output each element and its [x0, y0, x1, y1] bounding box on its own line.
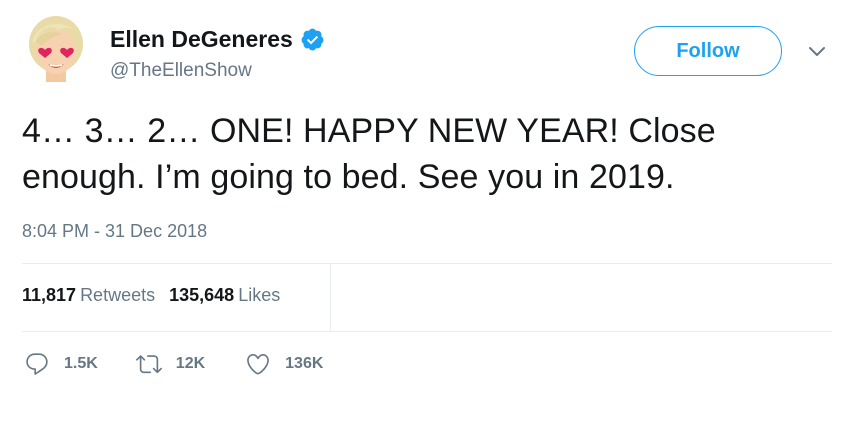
stats-vertical-divider [330, 264, 331, 331]
tweet-actions: 1.5K 12K 136K [24, 351, 323, 377]
tweet-timestamp[interactable]: 8:04 PM - 31 Dec 2018 [22, 221, 207, 242]
like-count: 136K [285, 355, 324, 372]
retweets-stat[interactable]: 11,817 Retweets [22, 285, 155, 306]
verified-badge-icon [300, 27, 325, 52]
tweet-text: 4… 3… 2… ONE! HAPPY NEW YEAR! Close enou… [22, 112, 716, 196]
retweets-count: 11,817 [22, 285, 77, 305]
follow-button[interactable]: Follow [634, 26, 782, 76]
likes-label: Likes [238, 285, 281, 305]
tweet-stats: 11,817 Retweets 135,648 Likes [22, 285, 280, 306]
retweets-label: Retweets [80, 285, 156, 305]
retweet-button[interactable]: 12K [135, 351, 206, 377]
user-name-text: Ellen DeGeneres [110, 26, 293, 52]
tweet-card: Ellen DeGeneres @TheEllenShow Follow 4… … [0, 0, 860, 425]
user-name[interactable]: Ellen DeGeneres [110, 26, 325, 53]
chevron-down-icon[interactable] [806, 40, 828, 62]
heart-outline-icon [247, 353, 270, 375]
reply-bubble-icon [26, 353, 48, 375]
avatar[interactable] [22, 14, 90, 82]
avatar-emoji-icon [29, 16, 83, 82]
divider [22, 331, 832, 332]
retweet-count: 12K [175, 355, 206, 372]
likes-stat[interactable]: 135,648 Likes [169, 285, 280, 306]
reply-button[interactable]: 1.5K [24, 351, 98, 377]
like-button[interactable]: 136K [245, 351, 323, 377]
retweet-icon [135, 355, 162, 374]
reply-count: 1.5K [64, 355, 98, 372]
likes-count: 135,648 [169, 285, 235, 305]
divider [22, 263, 832, 264]
user-handle[interactable]: @TheEllenShow [110, 60, 252, 82]
